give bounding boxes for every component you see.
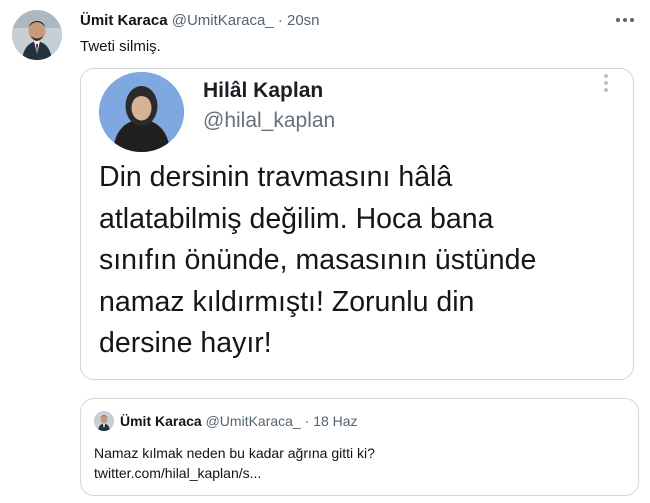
quoted-avatar — [94, 411, 114, 431]
author-handle[interactable]: @UmitKaraca_ — [172, 12, 274, 29]
embedded-text-line: dersine hayır! — [99, 327, 272, 359]
more-vertical-icon — [600, 71, 612, 97]
embedded-text-line: atlatabilmiş değilim. Hoca bana — [99, 202, 494, 235]
separator: · — [304, 413, 310, 429]
embedded-tweet-screenshot[interactable]: Hilâl Kaplan @hilal_kaplan Din dersinin … — [80, 68, 634, 380]
embedded-text-line: namaz kıldırmıştı! Zorunlu din — [99, 285, 475, 318]
tweet[interactable]: Ümit Karaca @UmitKaraca_ · 20sn Tweti si… — [0, 0, 650, 503]
embedded-text-line: sınıfın önünde, masasının üstünde — [99, 244, 537, 276]
embedded-text-line: Din dersinin travmasını hâlâ — [99, 161, 453, 193]
quoted-tweet-text: Namaz kılmak neden bu kadar ağrına gitti… — [94, 443, 624, 483]
quoted-author-handle[interactable]: @UmitKaraca_ — [206, 413, 301, 429]
quoted-text-line: Namaz kılmak neden bu kadar ağrına gitti… — [94, 445, 375, 461]
embedded-tweet-text: Din dersinin travmasını hâlâ atlatabilmi… — [99, 157, 627, 365]
user-avatar-image — [12, 10, 62, 60]
separator: · — [277, 12, 283, 29]
quoted-avatar-image — [94, 411, 114, 431]
author-name[interactable]: Ümit Karaca — [80, 12, 168, 29]
embedded-avatar-image — [99, 72, 184, 152]
embedded-author-name: Hilâl Kaplan — [203, 79, 324, 102]
tweet-time[interactable]: 20sn — [287, 12, 320, 29]
quoted-tweet-date[interactable]: 18 Haz — [313, 413, 357, 429]
quoted-link[interactable]: twitter.com/hilal_kaplan/s... — [94, 463, 624, 483]
embedded-avatar — [99, 72, 184, 152]
tweet-header: Ümit Karaca @UmitKaraca_ · 20sn — [80, 12, 320, 29]
avatar[interactable] — [12, 10, 62, 60]
quoted-tweet-header: Ümit Karaca @UmitKaraca_ · 18 Haz — [120, 413, 358, 429]
tweet-text: Tweti silmiş. — [80, 38, 161, 55]
quoted-tweet[interactable]: Ümit Karaca @UmitKaraca_ · 18 Haz Namaz … — [80, 398, 639, 496]
embedded-author-handle: @hilal_kaplan — [203, 109, 336, 132]
quoted-author-name[interactable]: Ümit Karaca — [120, 413, 202, 429]
more-horizontal-icon[interactable] — [612, 10, 638, 30]
